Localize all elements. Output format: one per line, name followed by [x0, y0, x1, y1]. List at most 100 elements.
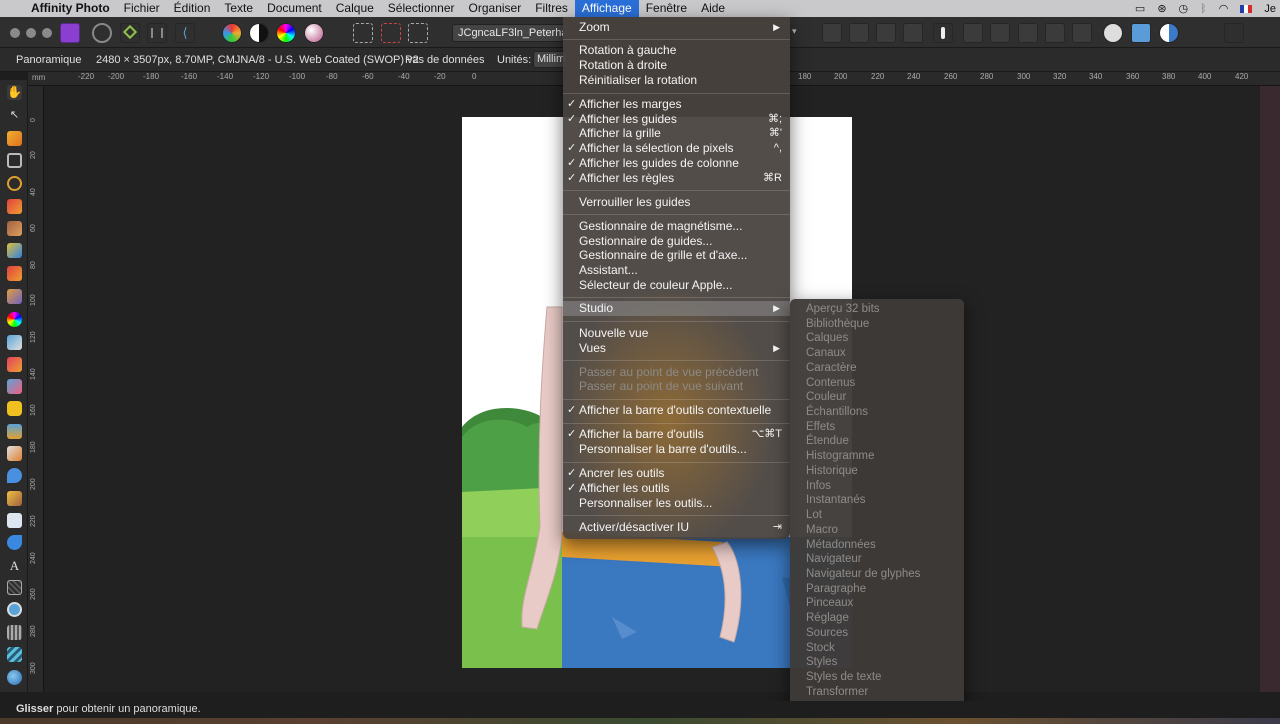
studio-item-couleur[interactable]: Couleur [806, 390, 846, 405]
eraser-tool-icon[interactable] [7, 379, 22, 394]
fill-tool-icon[interactable] [7, 335, 22, 350]
pen-tool-icon[interactable] [7, 535, 22, 550]
photo-persona-icon[interactable] [60, 23, 80, 43]
liquify-persona-icon[interactable] [92, 23, 112, 43]
studio-item-navigateur-de-glyphes[interactable]: Navigateur de glyphes [806, 567, 920, 582]
menu-item-customize-toolbar[interactable]: Personnaliser la barre d'outils... [563, 442, 790, 457]
input-flag-icon[interactable] [1240, 4, 1253, 13]
export-persona-icon[interactable]: ⟨ [175, 23, 195, 43]
accessibility-icon[interactable]: ⊛ [1157, 2, 1166, 15]
rectangle-tool-icon[interactable] [7, 513, 22, 528]
studio-item-canaux[interactable]: Canaux [806, 346, 846, 361]
studio-item-styles[interactable]: Styles [806, 655, 837, 670]
text-tool-icon[interactable]: A [7, 558, 22, 573]
vertical-ruler[interactable]: 0 20 40 60 80 100 120 140 160 180 200 220 240 260 280 3… [28, 86, 44, 692]
menu-item-lock-guides[interactable]: Verrouiller les guides [563, 195, 790, 210]
studio-item-pinceaux[interactable]: Pinceaux [806, 596, 853, 611]
tone-mapping-persona-icon[interactable] [147, 23, 167, 43]
menu-aide[interactable]: Aide [694, 0, 732, 17]
studio-item-lot[interactable]: Lot [806, 508, 822, 523]
smudge-tool-icon[interactable] [7, 491, 22, 506]
mesh-warp-tool-icon[interactable] [7, 580, 22, 595]
menu-item-zoom[interactable]: Zoom ▶ [563, 20, 790, 35]
align-left-icon[interactable] [1018, 23, 1038, 43]
studio-item-infos[interactable]: Infos [806, 479, 831, 494]
menu-item-toggle-ui[interactable]: Activer/désactiver IU ⇥ [563, 520, 790, 535]
studio-item-métadonnées[interactable]: Métadonnées [806, 538, 876, 553]
snap-options-icon[interactable] [990, 23, 1010, 43]
menu-item-assistant[interactable]: Assistant... [563, 263, 790, 278]
studio-item-histogramme[interactable]: Histogramme [806, 449, 874, 464]
menu-item-show-pixel-selection[interactable]: ✓ Afficher la sélection de pixels ^, [563, 141, 790, 156]
bluetooth-icon[interactable]: ᛒ [1200, 3, 1207, 15]
menu-item-show-tools[interactable]: ✓ Afficher les outils [563, 481, 790, 496]
stamp-tool-icon[interactable] [7, 424, 22, 439]
boolean-subtract-icon[interactable] [1131, 23, 1151, 43]
message-icon[interactable]: ▭ [1135, 2, 1145, 15]
menu-item-rotate-left[interactable]: Rotation à gauche [563, 43, 790, 58]
globe-tool-icon[interactable] [7, 670, 22, 685]
clone-brush-tool-icon[interactable] [7, 357, 22, 372]
selection-brush-tool-icon[interactable] [7, 176, 22, 191]
gradient-tool-icon[interactable] [7, 647, 22, 662]
menu-item-guides-manager[interactable]: Gestionnaire de guides... [563, 234, 790, 249]
menu-item-customize-tools[interactable]: Personnaliser les outils... [563, 496, 790, 511]
wifi-icon[interactable]: ◠ [1219, 2, 1229, 15]
studio-item-effets[interactable]: Effets [806, 420, 835, 435]
arrange-back-icon[interactable] [822, 23, 842, 43]
arrange-forward-icon[interactable] [876, 23, 896, 43]
toolbar-menu-icon[interactable] [1224, 23, 1244, 43]
studio-item-stock[interactable]: Stock [806, 641, 835, 656]
mask-icon[interactable] [933, 23, 953, 43]
align-center-icon[interactable] [1045, 23, 1065, 43]
crop-tool-icon[interactable] [7, 153, 22, 168]
pixel-tool-icon[interactable] [7, 243, 22, 258]
app-menu[interactable]: Affinity Photo [24, 0, 117, 17]
menu-item-show-context-toolbar[interactable]: ✓ Afficher la barre d'outils contextuelle [563, 403, 790, 418]
pencil-tool-icon[interactable] [7, 289, 22, 304]
menu-item-snapping-manager[interactable]: Gestionnaire de magnétisme... [563, 219, 790, 234]
marquee-select-icon[interactable] [353, 23, 373, 43]
studio-item-historique[interactable]: Historique [806, 464, 858, 479]
flood-select-tool-icon[interactable] [7, 199, 22, 214]
menu-item-apple-color-picker[interactable]: Sélecteur de couleur Apple... [563, 278, 790, 293]
studio-item-styles-de-texte[interactable]: Styles de texte [806, 670, 881, 685]
menu-item-views[interactable]: Vues ▶ [563, 341, 790, 356]
studio-item-transformer[interactable]: Transformer [806, 685, 868, 700]
studio-item-étendue[interactable]: Étendue [806, 434, 849, 449]
color-wheel-tool-icon[interactable] [7, 312, 22, 327]
hsl-icon[interactable] [276, 23, 296, 43]
window-zoom-button[interactable] [42, 28, 52, 38]
studio-item-échantillons[interactable]: Échantillons [806, 405, 868, 420]
menu-fichier[interactable]: Fichier [117, 0, 167, 17]
menu-item-show-toolbar[interactable]: ✓ Afficher la barre d'outils ⌥⌘T [563, 427, 790, 442]
menu-item-show-grid[interactable]: Afficher la grille ⌘' [563, 126, 790, 141]
arrange-front-icon[interactable] [903, 23, 923, 43]
auto-color-icon[interactable] [304, 23, 324, 43]
align-right-icon[interactable] [1072, 23, 1092, 43]
menu-item-studio[interactable]: Studio ▶ [563, 301, 790, 316]
menu-selectionner[interactable]: Sélectionner [381, 0, 462, 17]
sponge-tool-icon[interactable] [7, 401, 22, 416]
document-tab[interactable]: JCgncaLF3ln_Peterhahn [452, 24, 564, 42]
pattern-tool-icon[interactable] [7, 625, 22, 640]
studio-item-calques[interactable]: Calques [806, 331, 848, 346]
deselect-icon[interactable] [381, 23, 401, 43]
color-replacement-tool-icon[interactable] [7, 266, 22, 281]
time-machine-icon[interactable]: ◷ [1179, 2, 1189, 15]
menu-item-show-guides[interactable]: ✓ Afficher les guides ⌘; [563, 112, 790, 127]
menu-item-grid-axis-manager[interactable]: Gestionnaire de grille et d'axe... [563, 248, 790, 263]
hand-tool-icon[interactable]: ✋ [7, 85, 22, 100]
boolean-add-icon[interactable] [1103, 23, 1123, 43]
units-select[interactable]: Millimètres [533, 51, 567, 68]
menu-affichage[interactable]: Affichage [574, 0, 639, 17]
studio-item-contenus[interactable]: Contenus [806, 376, 855, 391]
boolean-intersect-icon[interactable] [1159, 23, 1179, 43]
studio-item-instantanés[interactable]: Instantanés [806, 493, 865, 508]
toolbar-dropdown-icon[interactable]: ▾ [792, 26, 797, 37]
color-picker-tool-icon[interactable] [7, 131, 22, 146]
menu-filtres[interactable]: Filtres [528, 0, 575, 17]
invert-selection-icon[interactable] [408, 23, 428, 43]
window-close-button[interactable] [10, 28, 20, 38]
menu-item-reset-rotation[interactable]: Réinitialiser la rotation [563, 73, 790, 88]
